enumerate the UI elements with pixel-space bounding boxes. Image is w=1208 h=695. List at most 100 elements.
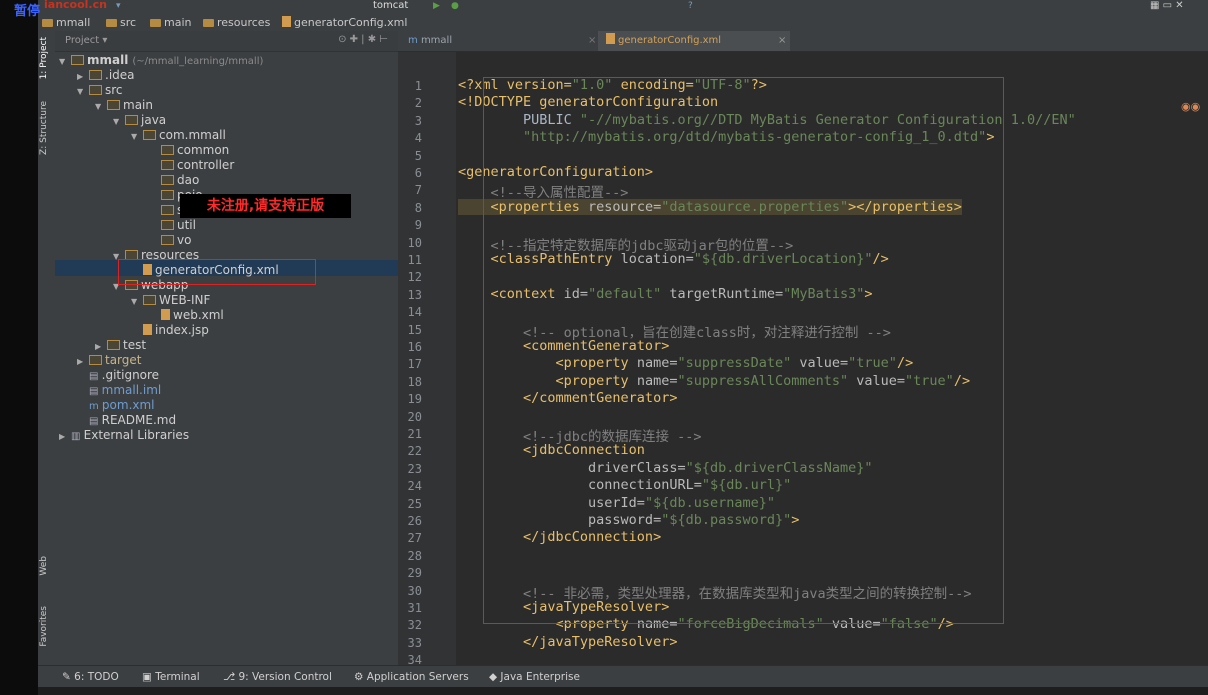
expand-arrow-icon[interactable]: ▼ [131, 294, 143, 309]
folder-icon [161, 145, 174, 155]
tree-item-label: index.jsp [155, 323, 209, 337]
folder-icon [107, 340, 120, 350]
tree-item-label: vo [177, 233, 192, 247]
debug-icon[interactable]: ● [451, 2, 461, 11]
tree-item[interactable]: common [149, 143, 229, 158]
tree-item[interactable]: m pom.xml [77, 398, 155, 413]
line-number: 24 [407, 479, 422, 494]
line-number: 2 [414, 96, 422, 111]
help-icon[interactable]: ? [688, 2, 698, 11]
tree-item[interactable]: ▼ src [77, 83, 123, 98]
tree-item-label: test [123, 338, 147, 352]
line-number: 5 [414, 148, 422, 163]
tree-item-label: .gitignore [101, 368, 160, 382]
window-controls[interactable]: ▦ ▭ ✕ [1150, 0, 1208, 12]
project-panel: Project ▾ ⊙ ✚ | ✱ ⊢ ▼ mmall (~/mmall_learn… [55, 31, 398, 665]
collapse-arrow-icon[interactable]: ▶ [59, 429, 71, 444]
collapse-arrow-icon[interactable]: ▶ [77, 354, 89, 369]
tree-item[interactable]: ▼ WEB-INF [131, 293, 210, 308]
tree-item[interactable]: ▼ main [95, 98, 153, 113]
folder-icon [71, 55, 84, 65]
expand-arrow-icon[interactable]: ▼ [113, 114, 125, 129]
tree-item[interactable]: web.xml [149, 308, 224, 323]
project-view-select[interactable]: Project ▾ [65, 35, 107, 46]
tool-window-bar: ✎ 6: TODO ▣ Terminal ⎇ 9: Version Contro… [38, 665, 1208, 688]
tree-item[interactable]: ▤ .gitignore [77, 368, 159, 383]
tab-generatorconfig[interactable]: generatorConfig.xml × [598, 31, 790, 51]
version-control-tab[interactable]: ⎇ 9: Version Control [223, 671, 332, 683]
tab-favorites[interactable]: Favorites [39, 606, 49, 647]
run-icon[interactable]: ▶ [433, 2, 443, 11]
tree-item-label: java [141, 113, 167, 127]
file-icon [143, 324, 152, 335]
java-enterprise-tab[interactable]: ◆ Java Enterprise [489, 671, 580, 683]
folder-icon [125, 115, 138, 125]
expand-arrow-icon[interactable]: ▼ [59, 54, 71, 69]
browser-icons[interactable]: ◉◉ [1181, 100, 1200, 113]
highlight-box-code [483, 77, 1004, 624]
breadcrumb-main[interactable]: main [150, 16, 191, 29]
breadcrumb-src[interactable]: src [106, 16, 136, 29]
line-number: 10 [407, 235, 422, 250]
editor-tab-bar: m mmall × generatorConfig.xml × [398, 31, 1208, 52]
tree-item[interactable]: ▼ com.mmall [131, 128, 226, 143]
tree-item-label: README.md [101, 413, 177, 427]
tree-item[interactable]: ▤ README.md [77, 413, 176, 428]
file-icon: ▤ [89, 416, 102, 427]
close-icon[interactable]: × [588, 31, 596, 51]
tree-item[interactable]: ▶ ▥ External Libraries [59, 428, 189, 443]
line-number: 27 [407, 531, 422, 546]
expand-arrow-icon[interactable]: ▼ [95, 99, 107, 114]
breadcrumb-file[interactable]: generatorConfig.xml [282, 16, 407, 29]
panel-settings-icon[interactable]: ⊙ ✚ | ✱ ⊢ [338, 34, 388, 45]
line-number: 34 [407, 653, 422, 665]
run-config-icon[interactable]: ▾ [116, 2, 126, 11]
line-number: 15 [407, 322, 422, 337]
line-number: 30 [407, 583, 422, 598]
expand-arrow-icon[interactable]: ▼ [77, 84, 89, 99]
tab-project[interactable]: 1: Project [39, 37, 49, 79]
line-number: 31 [407, 601, 422, 615]
folder-icon [143, 130, 156, 140]
terminal-tab[interactable]: ▣ Terminal [142, 671, 200, 683]
tree-item[interactable]: vo [149, 233, 191, 248]
folder-icon [203, 19, 214, 27]
folder-icon [89, 355, 102, 365]
tab-web[interactable]: Web [39, 556, 49, 576]
close-icon[interactable]: × [778, 31, 786, 51]
tree-item[interactable]: ▶ .idea [77, 68, 135, 83]
tree-item[interactable]: ▼ mmall (~/mmall_learning/mmall) [59, 53, 263, 68]
folder-icon [161, 160, 174, 170]
tree-item[interactable]: ▼ java [113, 113, 166, 128]
todo-tab[interactable]: ✎ 6: TODO [62, 671, 119, 683]
code-token: </javaTypeResolver> [458, 633, 678, 650]
tab-structure[interactable]: Z: Structure [39, 101, 49, 155]
tree-item[interactable]: ▶ target [77, 353, 142, 368]
module-path: (~/mmall_learning/mmall) [132, 56, 264, 67]
unregistered-watermark: 未注册,请支持正版 [180, 194, 351, 218]
line-number: 21 [407, 427, 422, 441]
line-number: 7 [414, 183, 422, 198]
collapse-arrow-icon[interactable]: ▶ [95, 339, 107, 354]
tree-item-label: .idea [105, 68, 135, 82]
application-servers-tab[interactable]: ⚙ Application Servers [354, 671, 469, 683]
tree-item[interactable]: ▤ mmall.iml [77, 383, 161, 398]
line-number: 32 [407, 618, 422, 633]
tree-item-label: com.mmall [159, 128, 226, 142]
expand-arrow-icon[interactable]: ▼ [131, 129, 143, 144]
tab-mmall[interactable]: m mmall × [408, 31, 598, 51]
tree-item[interactable]: util [149, 218, 196, 233]
tree-item-label: dao [177, 173, 200, 187]
collapse-arrow-icon[interactable]: ▶ [77, 69, 89, 84]
line-number: 13 [407, 287, 422, 302]
line-number: 11 [407, 253, 422, 267]
file-icon [161, 309, 170, 320]
tree-item[interactable]: index.jsp [131, 323, 209, 338]
line-number: 6 [414, 166, 422, 180]
run-config-select[interactable]: tomcat [373, 0, 408, 11]
tree-item[interactable]: ▶ test [95, 338, 146, 353]
breadcrumb-mmall[interactable]: mmall [42, 16, 90, 29]
tree-item[interactable]: dao [149, 173, 199, 188]
breadcrumb-resources[interactable]: resources [203, 16, 270, 29]
tree-item[interactable]: controller [149, 158, 234, 173]
